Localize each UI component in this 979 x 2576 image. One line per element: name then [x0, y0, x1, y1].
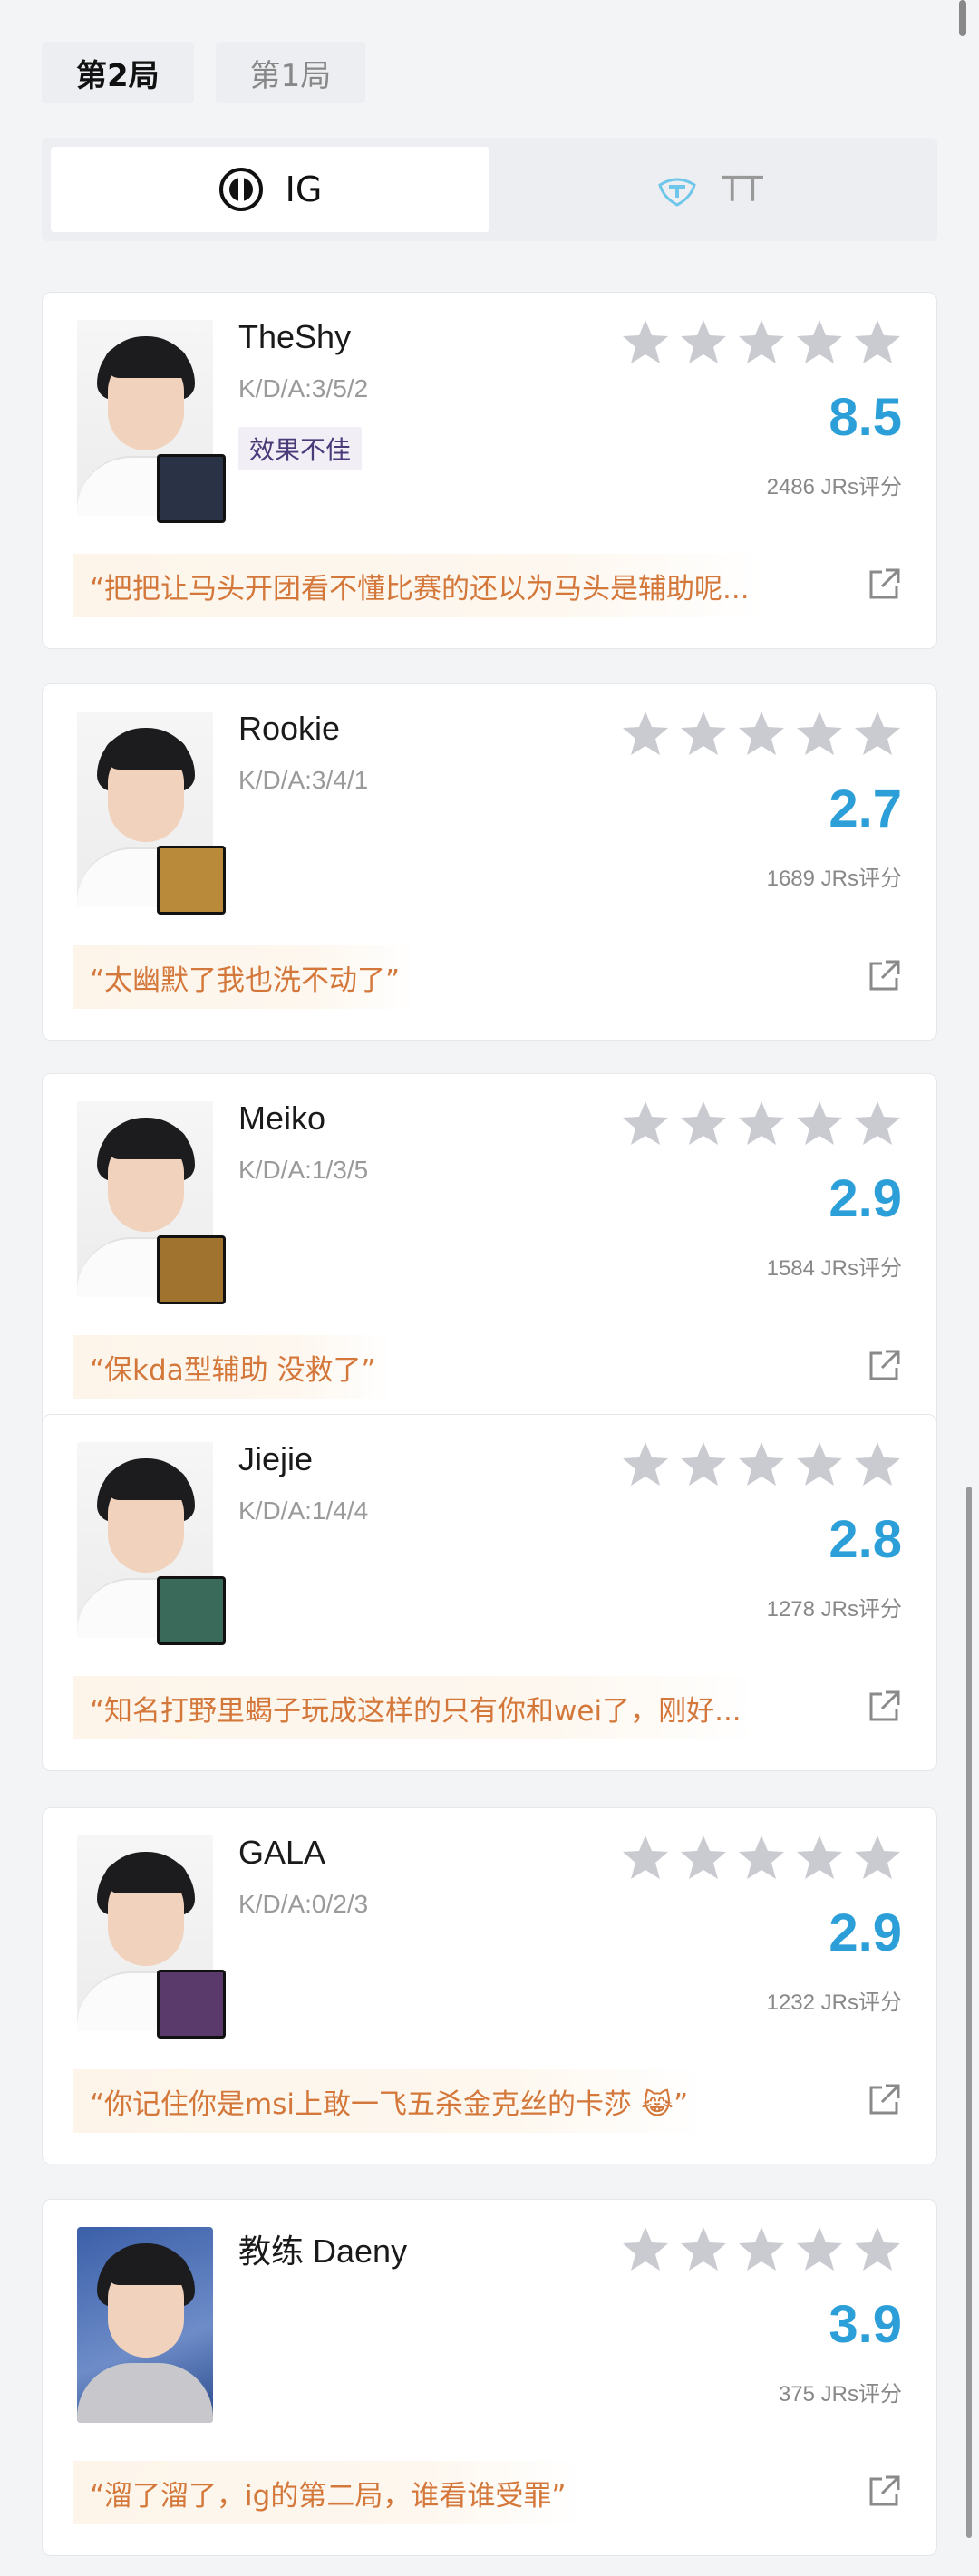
player-name: Rookie: [238, 710, 341, 747]
rating-stars[interactable]: [621, 710, 902, 757]
team-switch: IG TT: [42, 138, 937, 241]
player-name: Jiejie: [238, 1440, 314, 1477]
rating-stars[interactable]: [621, 2225, 902, 2272]
top-comment[interactable]: “溜了溜了，ig的第二局，谁看谁受罪”: [73, 2461, 583, 2524]
star-icon[interactable]: [679, 1440, 728, 1487]
scrollbar-top[interactable]: [959, 0, 966, 36]
share-icon[interactable]: [866, 958, 902, 994]
player-score: 2.9: [829, 1903, 902, 1962]
star-icon[interactable]: [679, 318, 728, 365]
team-tab-ig[interactable]: IG: [51, 147, 490, 232]
star-icon[interactable]: [621, 318, 670, 365]
rater-count: 2486 JRs评分: [766, 475, 902, 499]
star-icon[interactable]: [679, 2225, 728, 2272]
champion-icon: [157, 846, 226, 915]
player-name: GALA: [238, 1834, 326, 1871]
rater-count: 1689 JRs评分: [766, 867, 902, 891]
player-score: 3.9: [829, 2295, 902, 2354]
star-icon[interactable]: [853, 1440, 902, 1487]
player-name: Meiko: [238, 1099, 326, 1137]
top-comment[interactable]: “知名打野里蝎子玩成这样的只有你和wei了，刚好...: [73, 1676, 758, 1739]
team-label-tt: TT: [722, 169, 763, 209]
player-card[interactable]: Meiko K/D/A:1/3/5 2.9 1584 JRs评分 “保kda型辅…: [42, 1073, 937, 1430]
player-score: 8.5: [829, 388, 902, 447]
champion-icon: [157, 1235, 226, 1304]
tab-round-1[interactable]: 第1局: [215, 42, 366, 103]
star-icon[interactable]: [679, 1099, 728, 1147]
star-icon[interactable]: [621, 710, 670, 757]
rater-count: 375 JRs评分: [778, 2382, 902, 2407]
player-portrait: [77, 2227, 213, 2423]
star-icon[interactable]: [853, 318, 902, 365]
share-icon[interactable]: [866, 1689, 902, 1725]
top-comment[interactable]: “你记住你是msi上敢一飞五杀金克丝的卡莎 😹”: [73, 2069, 705, 2133]
star-icon[interactable]: [795, 318, 844, 365]
rating-stars[interactable]: [621, 1834, 902, 1881]
star-icon[interactable]: [795, 2225, 844, 2272]
star-icon[interactable]: [853, 710, 902, 757]
star-icon[interactable]: [737, 2225, 786, 2272]
star-icon[interactable]: [737, 710, 786, 757]
rater-count: 1278 JRs评分: [766, 1597, 902, 1622]
player-kda: K/D/A:0/2/3: [238, 1890, 369, 1918]
tab-round-2[interactable]: 第2局: [42, 42, 194, 103]
player-kda: K/D/A:3/4/1: [238, 766, 369, 794]
player-score: 2.8: [829, 1510, 902, 1569]
player-score: 2.9: [829, 1169, 902, 1228]
star-icon[interactable]: [795, 710, 844, 757]
rating-stars[interactable]: [621, 1099, 902, 1147]
star-icon[interactable]: [737, 1440, 786, 1487]
star-icon[interactable]: [737, 318, 786, 365]
star-icon[interactable]: [621, 1440, 670, 1487]
ig-logo-icon: [218, 168, 263, 211]
star-icon[interactable]: [795, 1099, 844, 1147]
star-icon[interactable]: [621, 1099, 670, 1147]
tt-logo-icon: [658, 178, 696, 207]
share-icon[interactable]: [866, 2474, 902, 2510]
star-icon[interactable]: [853, 2225, 902, 2272]
star-icon[interactable]: [853, 1099, 902, 1147]
scrollbar[interactable]: [966, 1487, 972, 2538]
player-name: TheShy: [238, 318, 352, 355]
star-icon[interactable]: [679, 710, 728, 757]
rater-count: 1232 JRs评分: [766, 1990, 902, 2015]
round-tabs: 第2局 第1局: [42, 42, 366, 103]
rating-stars[interactable]: [621, 1440, 902, 1487]
star-icon[interactable]: [737, 1099, 786, 1147]
champion-icon: [157, 1970, 226, 2039]
player-score: 2.7: [829, 780, 902, 838]
star-icon[interactable]: [795, 1834, 844, 1881]
top-comment[interactable]: “保kda型辅助 没救了”: [73, 1335, 393, 1399]
top-comment[interactable]: “太幽默了我也洗不动了”: [73, 945, 417, 1009]
champion-icon: [157, 454, 226, 523]
rater-count: 1584 JRs评分: [766, 1256, 902, 1281]
share-icon[interactable]: [866, 1348, 902, 1384]
performance-badge: 效果不佳: [238, 427, 363, 470]
player-kda: K/D/A:1/4/4: [238, 1496, 369, 1525]
player-card[interactable]: 教练 Daeny 3.9 375 JRs评分 “溜了溜了，ig的第二局，谁看谁受…: [42, 2199, 937, 2556]
share-icon[interactable]: [866, 2082, 902, 2118]
player-card[interactable]: GALA K/D/A:0/2/3 2.9 1232 JRs评分 “你记住你是ms…: [42, 1807, 937, 2164]
team-tab-tt[interactable]: TT: [490, 147, 928, 232]
star-icon[interactable]: [795, 1440, 844, 1487]
star-icon[interactable]: [853, 1834, 902, 1881]
player-name: 教练 Daeny: [238, 2232, 408, 2270]
star-icon[interactable]: [737, 1834, 786, 1881]
player-card[interactable]: Jiejie K/D/A:1/4/4 2.8 1278 JRs评分 “知名打野里…: [42, 1414, 937, 1771]
star-icon[interactable]: [679, 1834, 728, 1881]
team-label-ig: IG: [285, 169, 323, 209]
player-kda: K/D/A:1/3/5: [238, 1156, 369, 1184]
star-icon[interactable]: [621, 1834, 670, 1881]
player-card[interactable]: TheShy K/D/A:3/5/2 效果不佳 8.5 2486 JRs评分 “…: [42, 292, 937, 649]
star-icon[interactable]: [621, 2225, 670, 2272]
champion-icon: [157, 1576, 226, 1645]
rating-stars[interactable]: [621, 318, 902, 365]
player-kda: K/D/A:3/5/2: [238, 374, 369, 402]
player-card[interactable]: Rookie K/D/A:3/4/1 2.7 1689 JRs评分 “太幽默了我…: [42, 683, 937, 1041]
top-comment[interactable]: “把把让马头开团看不懂比赛的还以为马头是辅助呢...: [73, 554, 766, 617]
share-icon[interactable]: [866, 567, 902, 603]
